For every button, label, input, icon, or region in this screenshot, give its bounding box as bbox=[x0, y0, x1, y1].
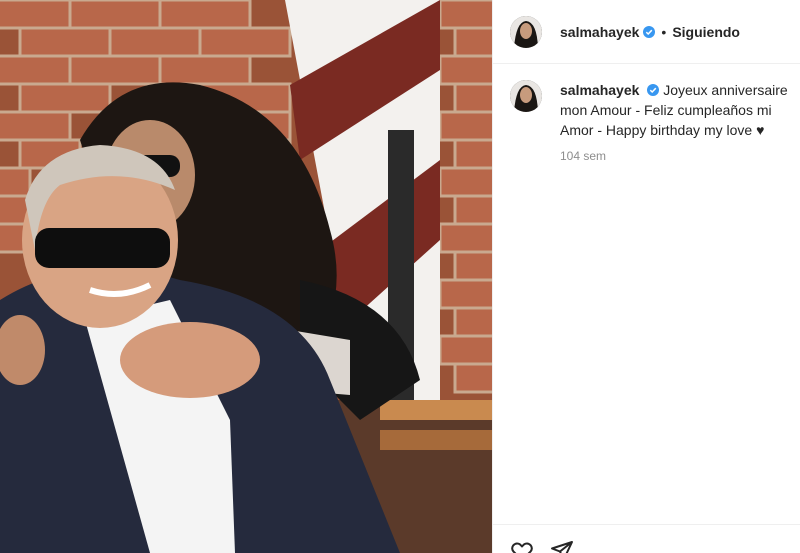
post-side-panel: salmahayek • Siguiendo salmahayek Joyeux… bbox=[492, 0, 800, 553]
caption-block: salmahayek Joyeux anniversaire mon Amour… bbox=[510, 80, 795, 166]
avatar-image-icon bbox=[510, 15, 542, 48]
post-photo-illustration bbox=[0, 0, 492, 553]
post-header: salmahayek • Siguiendo bbox=[493, 0, 800, 64]
avatar[interactable] bbox=[510, 15, 542, 48]
heart-icon[interactable] bbox=[510, 539, 534, 553]
post-time[interactable]: 104 sem bbox=[560, 146, 795, 166]
following-button[interactable]: Siguiendo bbox=[672, 24, 740, 40]
action-bar bbox=[493, 524, 800, 553]
post-photo[interactable] bbox=[0, 0, 492, 553]
caption-avatar[interactable] bbox=[510, 80, 542, 112]
caption-username[interactable]: salmahayek bbox=[560, 82, 639, 98]
caption-text-block: salmahayek Joyeux anniversaire mon Amour… bbox=[560, 80, 795, 166]
header-username[interactable]: salmahayek bbox=[560, 24, 639, 40]
verified-badge-icon bbox=[647, 84, 660, 96]
paper-plane-icon[interactable] bbox=[550, 539, 574, 553]
avatar-image-icon bbox=[510, 80, 542, 112]
verified-badge-icon bbox=[643, 25, 656, 38]
separator-dot: • bbox=[661, 23, 667, 40]
